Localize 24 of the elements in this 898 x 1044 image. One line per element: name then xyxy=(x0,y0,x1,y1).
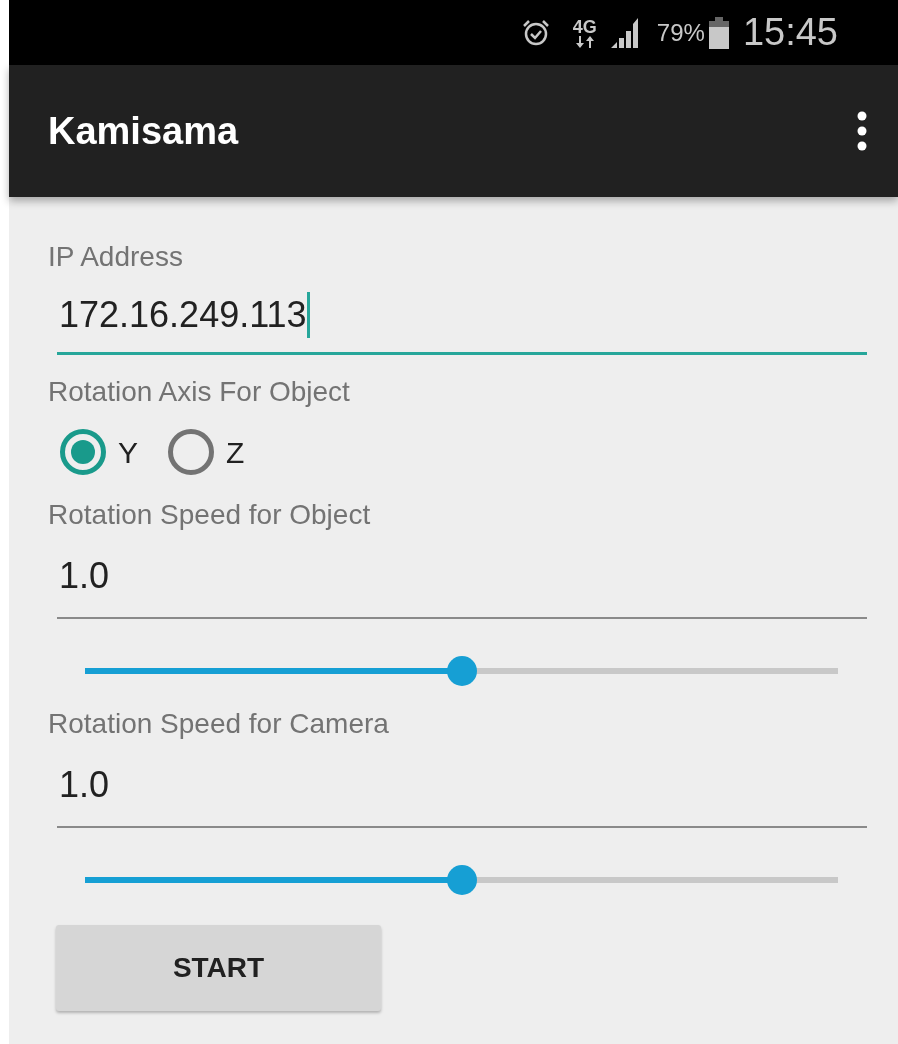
field-label: Rotation Speed for Object xyxy=(48,498,372,532)
field-label: Rotation Speed for Camera xyxy=(48,707,390,741)
start-button[interactable]: START xyxy=(56,925,381,1011)
radio-button[interactable] xyxy=(168,429,214,475)
radio-button[interactable] xyxy=(60,429,106,475)
app-title: Kamisama xyxy=(48,108,239,154)
overflow-menu-icon[interactable] xyxy=(856,111,868,151)
battery-icon xyxy=(708,16,729,49)
text-input-field[interactable]: 1.0 xyxy=(57,535,867,619)
slider[interactable] xyxy=(85,865,838,895)
battery-percentage: 79% xyxy=(656,17,705,48)
slider-thumb[interactable] xyxy=(446,865,477,895)
clock-time: 15:45 xyxy=(742,10,838,55)
text-cursor xyxy=(306,291,310,338)
slider-thumb[interactable] xyxy=(446,656,477,686)
field-label: IP Address xyxy=(48,240,184,274)
text-input-field[interactable]: 172.16.249.113 xyxy=(57,277,867,355)
text-input-field[interactable]: 1.0 xyxy=(57,744,867,828)
data-arrows-icon xyxy=(574,35,595,48)
slider[interactable] xyxy=(85,656,838,686)
radio-option[interactable]: Z xyxy=(168,429,245,475)
group-label: Rotation Axis For Object xyxy=(48,375,351,409)
radio-option[interactable]: Y xyxy=(60,429,138,475)
network-type-label: 4G xyxy=(572,17,597,36)
